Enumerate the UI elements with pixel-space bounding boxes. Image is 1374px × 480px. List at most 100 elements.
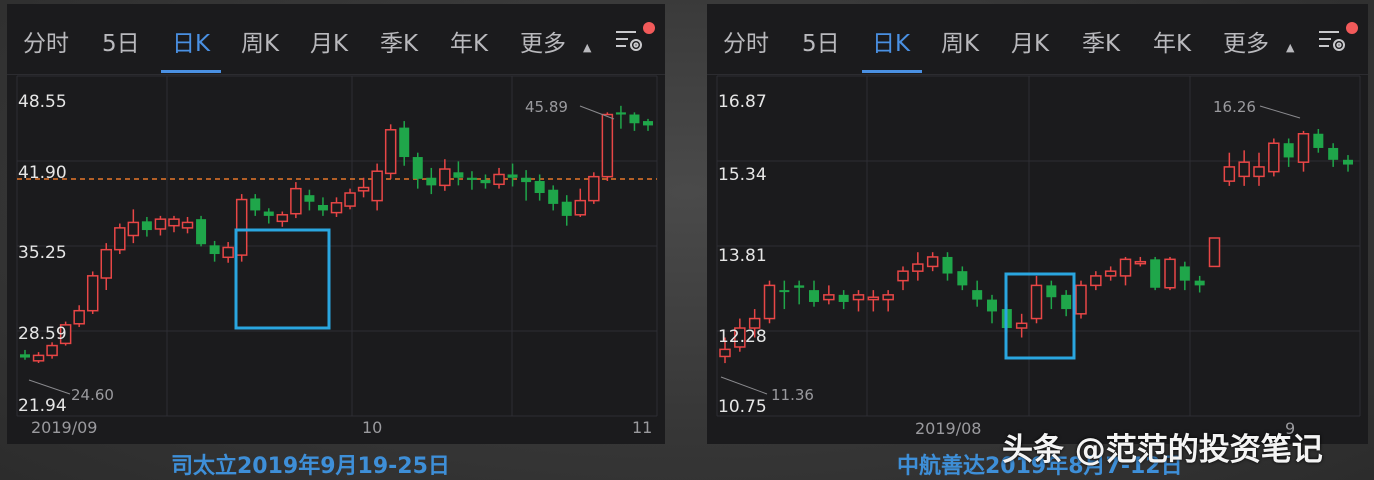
- candle-up[interactable]: [235, 198, 248, 256]
- candle-down[interactable]: [1061, 294, 1072, 310]
- candle-down[interactable]: [561, 201, 572, 216]
- candle-down[interactable]: [548, 189, 559, 204]
- candle-up[interactable]: [100, 248, 113, 279]
- candle-down[interactable]: [779, 290, 790, 293]
- tab-5day[interactable]: 5日: [102, 24, 140, 58]
- candle-up[interactable]: [1119, 258, 1132, 277]
- candle-down[interactable]: [507, 174, 518, 178]
- caret-down-icon[interactable]: ▲: [1286, 41, 1294, 54]
- candle-up[interactable]: [357, 186, 370, 192]
- candle-down[interactable]: [942, 256, 953, 274]
- candle-up[interactable]: [867, 296, 880, 301]
- tab-more[interactable]: 更多: [1223, 24, 1269, 58]
- candle-up[interactable]: [1208, 237, 1221, 268]
- candle-up[interactable]: [601, 113, 614, 178]
- tab-monthly-k[interactable]: 月K: [310, 24, 348, 58]
- candle-up[interactable]: [290, 187, 302, 215]
- tab-weekly-k[interactable]: 周K: [941, 24, 979, 58]
- candle-up[interactable]: [1238, 161, 1250, 178]
- candle-up[interactable]: [1253, 166, 1265, 178]
- candle-down[interactable]: [480, 179, 491, 184]
- candle-up[interactable]: [493, 173, 505, 186]
- candle-down[interactable]: [209, 245, 220, 255]
- candle-down[interactable]: [838, 294, 849, 302]
- tab-intraday[interactable]: 分时: [23, 24, 69, 58]
- candle-up[interactable]: [882, 294, 894, 301]
- candle-down[interactable]: [643, 121, 653, 126]
- candle-down[interactable]: [1343, 159, 1353, 165]
- candle-down[interactable]: [399, 127, 410, 158]
- candle-up[interactable]: [86, 275, 99, 312]
- settings-gear-icon[interactable]: [1317, 26, 1349, 56]
- candle-down[interactable]: [453, 172, 464, 178]
- candle-down[interactable]: [1283, 143, 1294, 158]
- candle-up[interactable]: [1075, 284, 1087, 315]
- tab-yearly-k[interactable]: 年K: [450, 24, 488, 58]
- candle-down[interactable]: [957, 271, 968, 286]
- candle-up[interactable]: [439, 168, 451, 187]
- candle-down[interactable]: [141, 221, 152, 231]
- candle-up[interactable]: [371, 170, 383, 202]
- candle-down[interactable]: [196, 219, 207, 245]
- candle-up[interactable]: [1104, 270, 1117, 277]
- candle-up[interactable]: [344, 192, 356, 207]
- candle-up[interactable]: [719, 348, 731, 358]
- candle-up[interactable]: [73, 309, 85, 325]
- candle-down[interactable]: [412, 157, 423, 179]
- candle-up[interactable]: [763, 284, 776, 320]
- candle-up[interactable]: [276, 214, 289, 223]
- tab-quarterly-k[interactable]: 季K: [1082, 24, 1120, 58]
- candle-down[interactable]: [1179, 266, 1190, 281]
- candle-up[interactable]: [926, 256, 939, 268]
- candle-up[interactable]: [222, 246, 234, 259]
- tab-yearly-k[interactable]: 年K: [1153, 24, 1191, 58]
- candle-up[interactable]: [46, 344, 58, 357]
- candle-down[interactable]: [794, 285, 805, 288]
- tab-monthly-k[interactable]: 月K: [1011, 24, 1049, 58]
- candle-down[interactable]: [1328, 147, 1339, 160]
- candle-up[interactable]: [1015, 322, 1028, 329]
- candle-up[interactable]: [1297, 132, 1310, 163]
- tab-daily-k[interactable]: 日K: [172, 24, 210, 58]
- candle-down[interactable]: [263, 211, 274, 216]
- candle-down[interactable]: [317, 204, 328, 211]
- candle-up[interactable]: [154, 218, 167, 230]
- candle-down[interactable]: [972, 290, 983, 300]
- settings-gear-icon[interactable]: [614, 26, 646, 56]
- caret-down-icon[interactable]: ▲: [583, 41, 591, 54]
- candle-down[interactable]: [250, 198, 261, 211]
- candle-down[interactable]: [809, 290, 819, 302]
- candlestick-chart-left[interactable]: 48.55 41.90 35.25 28.59 21.94 2019/09 10…: [7, 74, 665, 444]
- candle-up[interactable]: [897, 270, 909, 282]
- candle-down[interactable]: [1194, 280, 1205, 286]
- candle-up[interactable]: [912, 263, 924, 272]
- candle-up[interactable]: [168, 218, 180, 227]
- tab-daily-k[interactable]: 日K: [872, 24, 910, 58]
- candle-up[interactable]: [852, 294, 865, 301]
- candle-up[interactable]: [1268, 142, 1280, 173]
- candle-up[interactable]: [1030, 284, 1043, 320]
- tab-quarterly-k[interactable]: 季K: [380, 24, 418, 58]
- candle-up[interactable]: [181, 221, 194, 229]
- candle-up[interactable]: [1134, 260, 1147, 265]
- candle-down[interactable]: [1313, 133, 1324, 148]
- candle-up[interactable]: [1223, 166, 1236, 182]
- tab-intraday[interactable]: 分时: [723, 24, 769, 58]
- candle-down[interactable]: [1046, 285, 1057, 298]
- tab-more[interactable]: 更多: [520, 24, 566, 58]
- candle-up[interactable]: [1090, 275, 1102, 287]
- candlestick-chart-right[interactable]: 16.87 15.34 13.81 12.28 10.75 2019/08 9 …: [707, 74, 1368, 444]
- candle-down[interactable]: [521, 177, 532, 183]
- candle-up[interactable]: [127, 221, 140, 237]
- candle-up[interactable]: [32, 354, 45, 362]
- candle-up[interactable]: [114, 227, 126, 251]
- candle-up[interactable]: [588, 175, 600, 202]
- candle-up[interactable]: [384, 129, 397, 175]
- candle-down[interactable]: [987, 299, 997, 312]
- tab-weekly-k[interactable]: 周K: [241, 24, 279, 58]
- candle-down[interactable]: [20, 354, 30, 358]
- candle-down[interactable]: [304, 195, 315, 202]
- candle-down[interactable]: [426, 177, 437, 186]
- candle-up[interactable]: [330, 202, 343, 214]
- candle-down[interactable]: [629, 114, 640, 124]
